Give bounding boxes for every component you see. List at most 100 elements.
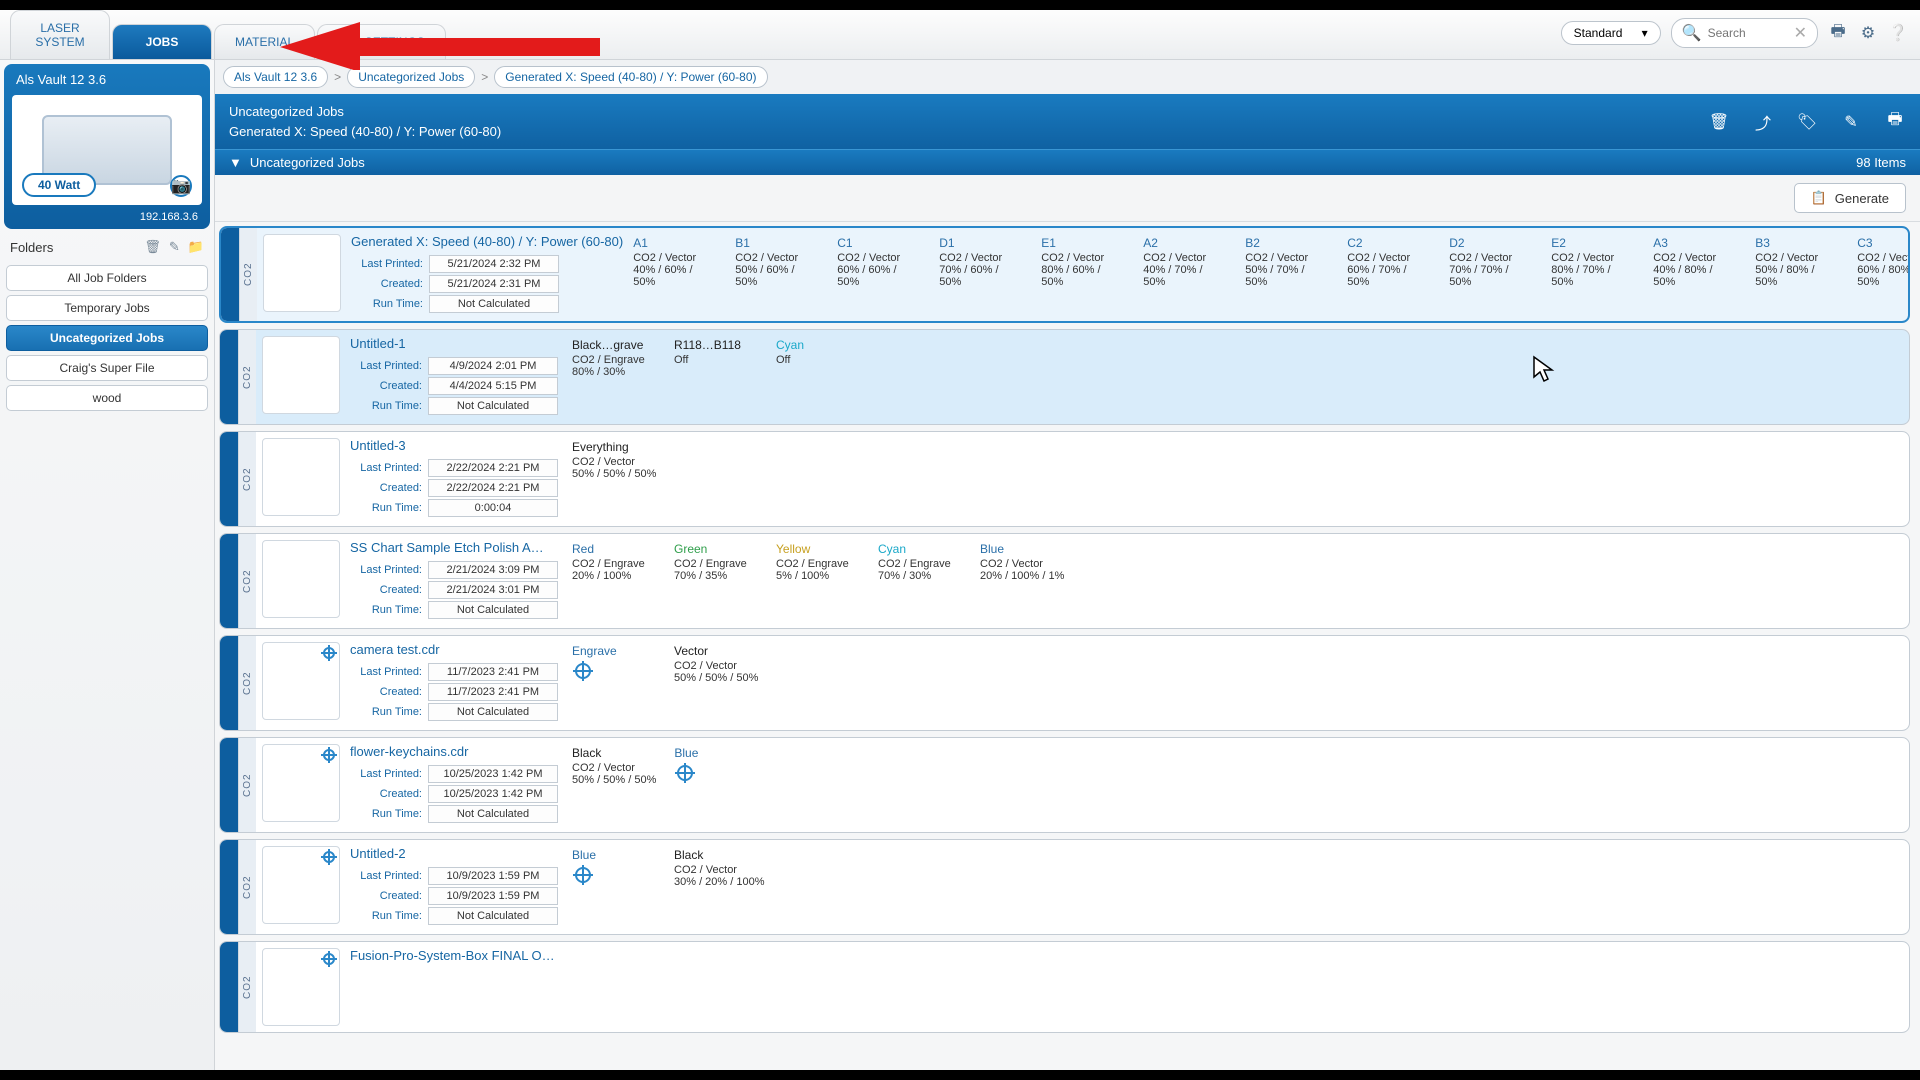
folder-temporary-jobs[interactable]: Temporary Jobs bbox=[6, 295, 208, 321]
job-card[interactable]: CO2 Generated X: Speed (40-80) / Y: Power… bbox=[219, 226, 1910, 323]
process-column: RedCO2 / Engrave20% / 100% bbox=[572, 542, 656, 620]
job-spine bbox=[220, 942, 238, 1032]
process-column: Engrave bbox=[572, 644, 656, 722]
job-thumbnail bbox=[262, 948, 340, 1026]
clear-search-icon[interactable]: ✕ bbox=[1794, 23, 1807, 43]
help-icon[interactable]: ❔ bbox=[1888, 23, 1908, 43]
process-column: A3CO2 / Vector40% / 80% / 50% bbox=[1653, 236, 1737, 313]
job-card[interactable]: CO2Untitled-1Last Printed:4/9/2024 2:01 … bbox=[219, 329, 1910, 425]
trash-icon[interactable]: 🗑 bbox=[144, 239, 161, 255]
laser-type-tag: CO2 bbox=[238, 330, 256, 424]
breadcrumb: Als Vault 12 3.6>Uncategorized Jobs>Gene… bbox=[215, 60, 1920, 94]
tab-jobs[interactable]: JOBS bbox=[112, 24, 212, 59]
tab-material[interactable]: MATERIAL bbox=[214, 24, 315, 59]
device-card[interactable]: Als Vault 12 3.6 40 Watt 📷 192.168.3.6 bbox=[4, 64, 210, 229]
header-line2: Generated X: Speed (40-80) / Y: Power (6… bbox=[229, 122, 501, 142]
job-title: Generated X: Speed (40-80) / Y: Power (6… bbox=[351, 234, 623, 249]
job-spine bbox=[221, 228, 239, 321]
process-column: R118…B118Off bbox=[674, 338, 758, 416]
registration-icon bbox=[321, 951, 337, 969]
tab-job-settings[interactable]: JOB SETTINGS bbox=[317, 24, 446, 59]
laser-type-tag: CO2 bbox=[239, 228, 257, 321]
job-card[interactable]: CO2Untitled-2Last Printed:10/9/2023 1:59… bbox=[219, 839, 1910, 935]
header-line1: Uncategorized Jobs bbox=[229, 102, 501, 122]
folder-craig-s-super-file[interactable]: Craig's Super File bbox=[6, 355, 208, 381]
collapse-caret-icon: ▼ bbox=[229, 155, 242, 170]
registration-icon bbox=[321, 645, 337, 663]
job-card[interactable]: CO2camera test.cdrLast Printed:11/7/2023… bbox=[219, 635, 1910, 731]
generate-button[interactable]: 📋 Generate bbox=[1794, 183, 1906, 213]
folder-wood[interactable]: wood bbox=[6, 385, 208, 411]
registration-icon bbox=[321, 849, 337, 867]
job-spine bbox=[220, 636, 238, 730]
device-image: 40 Watt 📷 bbox=[12, 95, 202, 205]
job-spine bbox=[220, 534, 238, 628]
search-icon: 🔍 bbox=[1682, 23, 1702, 43]
job-card[interactable]: CO2SS Chart Sample Etch Polish A…Last Pr… bbox=[219, 533, 1910, 629]
search-input[interactable] bbox=[1708, 26, 1788, 40]
delete-icon[interactable]: 🗑 bbox=[1708, 111, 1730, 133]
job-title: Untitled-2 bbox=[350, 846, 562, 861]
registration-icon bbox=[321, 747, 337, 765]
search-box[interactable]: 🔍 ✕ bbox=[1671, 18, 1818, 48]
section-header[interactable]: ▼Uncategorized Jobs 98 Items bbox=[215, 149, 1920, 175]
process-column: B1CO2 / Vector50% / 60% / 50% bbox=[735, 236, 819, 313]
folder-all-job-folders[interactable]: All Job Folders bbox=[6, 265, 208, 291]
laser-type-tag: CO2 bbox=[238, 738, 256, 832]
process-column: YellowCO2 / Engrave5% / 100% bbox=[776, 542, 860, 620]
process-column: A2CO2 / Vector40% / 70% / 50% bbox=[1143, 236, 1227, 313]
process-column: D2CO2 / Vector70% / 70% / 50% bbox=[1449, 236, 1533, 313]
device-name: Als Vault 12 3.6 bbox=[8, 68, 206, 91]
print-icon[interactable]: 🖶 bbox=[1884, 111, 1906, 133]
process-column: VectorCO2 / Vector50% / 50% / 50% bbox=[674, 644, 758, 722]
laser-type-tag: CO2 bbox=[238, 636, 256, 730]
job-thumbnail bbox=[262, 540, 340, 618]
gear-icon[interactable]: ⚙ bbox=[1858, 23, 1878, 43]
camera-icon[interactable]: 📷 bbox=[170, 175, 192, 197]
process-column: A1CO2 / Vector40% / 60% / 50% bbox=[633, 236, 717, 313]
job-title: SS Chart Sample Etch Polish A… bbox=[350, 540, 562, 555]
process-column: E1CO2 / Vector80% / 60% / 50% bbox=[1041, 236, 1125, 313]
job-card[interactable]: CO2Untitled-3Last Printed:2/22/2024 2:21… bbox=[219, 431, 1910, 527]
new-folder-icon[interactable]: 📁 bbox=[188, 239, 204, 255]
crumb-1[interactable]: Uncategorized Jobs bbox=[347, 66, 475, 88]
laser-type-tag: CO2 bbox=[238, 432, 256, 526]
process-column: B2CO2 / Vector50% / 70% / 50% bbox=[1245, 236, 1329, 313]
generate-icon: 📋 bbox=[1811, 190, 1827, 206]
edit-icon[interactable]: ✎ bbox=[169, 239, 180, 255]
job-card[interactable]: CO2Fusion-Pro-System-Box FINAL O… bbox=[219, 941, 1910, 1033]
job-spine bbox=[220, 738, 238, 832]
job-thumbnail bbox=[262, 642, 340, 720]
job-thumbnail bbox=[262, 846, 340, 924]
top-tab-bar: LASERSYSTEMJOBSMATERIALJOB SETTINGS Stan… bbox=[0, 10, 1920, 60]
process-column: C3CO2 / Vector60% / 80% / 50% bbox=[1857, 236, 1908, 313]
process-column: Blue bbox=[572, 848, 656, 926]
job-title: Untitled-3 bbox=[350, 438, 562, 453]
laser-type-tag: CO2 bbox=[238, 534, 256, 628]
process-column: D1CO2 / Vector70% / 60% / 50% bbox=[939, 236, 1023, 313]
job-title: flower-keychains.cdr bbox=[350, 744, 562, 759]
upload-icon[interactable]: ⤴ bbox=[1752, 111, 1774, 133]
crumb-0[interactable]: Als Vault 12 3.6 bbox=[223, 66, 328, 88]
crumb-2[interactable]: Generated X: Speed (40-80) / Y: Power (6… bbox=[494, 66, 767, 88]
tab-laser-system[interactable]: LASERSYSTEM bbox=[10, 10, 110, 59]
job-thumbnail bbox=[263, 234, 341, 312]
process-column: Black…graveCO2 / Engrave80% / 30% bbox=[572, 338, 656, 416]
chevron-down-icon: ▾ bbox=[1642, 26, 1648, 40]
mode-dropdown[interactable]: Standard▾ bbox=[1561, 21, 1661, 45]
job-title: Fusion-Pro-System-Box FINAL O… bbox=[350, 948, 562, 963]
job-thumbnail bbox=[262, 744, 340, 822]
item-count: 98 Items bbox=[1856, 155, 1906, 170]
device-watt-badge: 40 Watt bbox=[22, 173, 96, 197]
pencil-icon[interactable]: ✎ bbox=[1840, 111, 1862, 133]
process-column: C2CO2 / Vector60% / 70% / 50% bbox=[1347, 236, 1431, 313]
folder-uncategorized-jobs[interactable]: Uncategorized Jobs bbox=[6, 325, 208, 351]
sidebar: Als Vault 12 3.6 40 Watt 📷 192.168.3.6 F… bbox=[0, 60, 215, 1070]
page-header: Uncategorized Jobs Generated X: Speed (4… bbox=[215, 94, 1920, 149]
tag-icon[interactable]: 🏷 bbox=[1796, 111, 1818, 133]
printer-icon[interactable]: 🖶 bbox=[1828, 23, 1848, 43]
process-column: CyanCO2 / Engrave70% / 30% bbox=[878, 542, 962, 620]
process-column: BlackCO2 / Vector30% / 20% / 100% bbox=[674, 848, 765, 926]
job-card[interactable]: CO2flower-keychains.cdrLast Printed:10/2… bbox=[219, 737, 1910, 833]
job-spine bbox=[220, 330, 238, 424]
